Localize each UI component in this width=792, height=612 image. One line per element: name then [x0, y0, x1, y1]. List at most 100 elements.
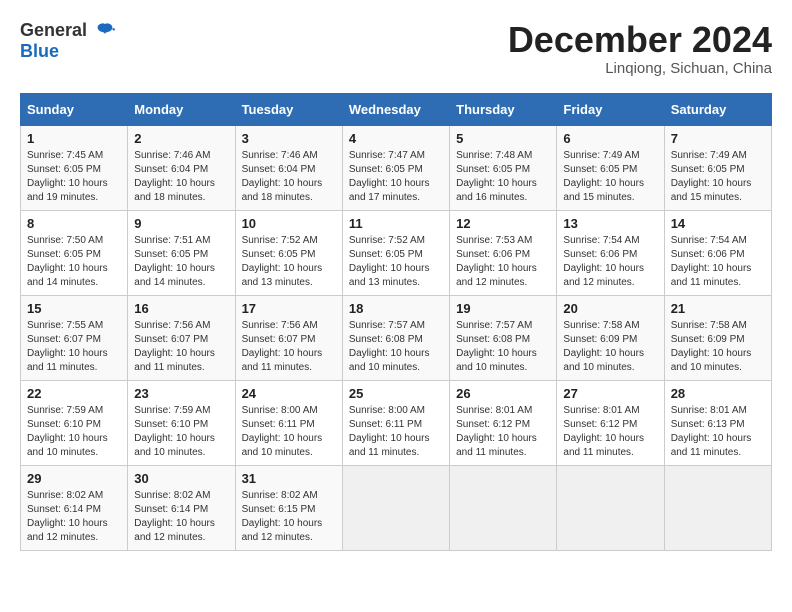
- logo: General Blue: [20, 20, 116, 62]
- title-area: December 2024 Linqiong, Sichuan, China: [508, 20, 772, 77]
- day-info: Sunrise: 7:46 AMSunset: 6:04 PMDaylight:…: [242, 149, 336, 205]
- calendar-cell: 20 Sunrise: 7:58 AMSunset: 6:09 PMDayligh…: [557, 295, 664, 380]
- day-number: 5: [456, 131, 550, 146]
- day-number: 30: [134, 471, 228, 486]
- header-sunday: Sunday: [21, 93, 128, 125]
- day-number: 29: [27, 471, 121, 486]
- calendar-cell: 18 Sunrise: 7:57 AMSunset: 6:08 PMDayligh…: [342, 295, 449, 380]
- calendar-cell: 19 Sunrise: 7:57 AMSunset: 6:08 PMDayligh…: [450, 295, 557, 380]
- day-info: Sunrise: 7:56 AMSunset: 6:07 PMDaylight:…: [134, 319, 228, 375]
- calendar-cell: 30 Sunrise: 8:02 AMSunset: 6:14 PMDayligh…: [128, 465, 235, 550]
- day-info: Sunrise: 7:58 AMSunset: 6:09 PMDaylight:…: [563, 319, 657, 375]
- header-saturday: Saturday: [664, 93, 771, 125]
- calendar-cell: 1 Sunrise: 7:45 AMSunset: 6:05 PMDaylight…: [21, 125, 128, 210]
- calendar-cell: 21 Sunrise: 7:58 AMSunset: 6:09 PMDayligh…: [664, 295, 771, 380]
- day-number: 4: [349, 131, 443, 146]
- calendar: SundayMondayTuesdayWednesdayThursdayFrid…: [20, 93, 772, 551]
- day-info: Sunrise: 7:48 AMSunset: 6:05 PMDaylight:…: [456, 149, 550, 205]
- month-title: December 2024: [508, 20, 772, 60]
- calendar-cell: 7Sunrise: 7:49 AMSunset: 6:05 PMDaylight…: [664, 125, 771, 210]
- day-info: Sunrise: 7:56 AMSunset: 6:07 PMDaylight:…: [242, 319, 336, 375]
- day-number: 8: [27, 216, 121, 231]
- day-number: 31: [242, 471, 336, 486]
- calendar-cell: [450, 465, 557, 550]
- calendar-cell: 22 Sunrise: 7:59 AMSunset: 6:10 PMDayligh…: [21, 380, 128, 465]
- day-number: 14: [671, 216, 765, 231]
- day-number: 9: [134, 216, 228, 231]
- calendar-cell: 25 Sunrise: 8:00 AMSunset: 6:11 PMDayligh…: [342, 380, 449, 465]
- header-tuesday: Tuesday: [235, 93, 342, 125]
- calendar-week-1: 1 Sunrise: 7:45 AMSunset: 6:05 PMDaylight…: [21, 125, 772, 210]
- day-info: Sunrise: 8:00 AMSunset: 6:11 PMDaylight:…: [242, 404, 336, 460]
- day-number: 22: [27, 386, 121, 401]
- calendar-cell: 13 Sunrise: 7:54 AMSunset: 6:06 PMDayligh…: [557, 210, 664, 295]
- day-number: 26: [456, 386, 550, 401]
- day-number: 23: [134, 386, 228, 401]
- day-number: 27: [563, 386, 657, 401]
- calendar-cell: 9Sunrise: 7:51 AMSunset: 6:05 PMDaylight…: [128, 210, 235, 295]
- day-number: 25: [349, 386, 443, 401]
- day-info: Sunrise: 8:02 AMSunset: 6:15 PMDaylight:…: [242, 489, 336, 545]
- day-number: 21: [671, 301, 765, 316]
- day-info: Sunrise: 7:57 AMSunset: 6:08 PMDaylight:…: [349, 319, 443, 375]
- day-number: 17: [242, 301, 336, 316]
- calendar-cell: 10Sunrise: 7:52 AMSunset: 6:05 PMDayligh…: [235, 210, 342, 295]
- day-info: Sunrise: 7:59 AMSunset: 6:10 PMDaylight:…: [134, 404, 228, 460]
- day-number: 19: [456, 301, 550, 316]
- day-info: Sunrise: 7:54 AMSunset: 6:06 PMDaylight:…: [563, 234, 657, 290]
- day-info: Sunrise: 7:46 AMSunset: 6:04 PMDaylight:…: [134, 149, 228, 205]
- day-info: Sunrise: 8:02 AMSunset: 6:14 PMDaylight:…: [27, 489, 121, 545]
- calendar-cell: [664, 465, 771, 550]
- day-number: 12: [456, 216, 550, 231]
- day-number: 18: [349, 301, 443, 316]
- calendar-cell: 23 Sunrise: 7:59 AMSunset: 6:10 PMDayligh…: [128, 380, 235, 465]
- calendar-cell: 6Sunrise: 7:49 AMSunset: 6:05 PMDaylight…: [557, 125, 664, 210]
- day-info: Sunrise: 7:58 AMSunset: 6:09 PMDaylight:…: [671, 319, 765, 375]
- calendar-cell: 24Sunrise: 8:00 AMSunset: 6:11 PMDayligh…: [235, 380, 342, 465]
- header-wednesday: Wednesday: [342, 93, 449, 125]
- logo-general: General: [20, 20, 116, 43]
- calendar-week-4: 22 Sunrise: 7:59 AMSunset: 6:10 PMDayligh…: [21, 380, 772, 465]
- calendar-cell: [342, 465, 449, 550]
- day-info: Sunrise: 7:53 AMSunset: 6:06 PMDaylight:…: [456, 234, 550, 290]
- logo-bird-icon: [94, 21, 116, 43]
- calendar-cell: 28Sunrise: 8:01 AMSunset: 6:13 PMDayligh…: [664, 380, 771, 465]
- day-info: Sunrise: 7:45 AMSunset: 6:05 PMDaylight:…: [27, 149, 121, 205]
- day-info: Sunrise: 7:50 AMSunset: 6:05 PMDaylight:…: [27, 234, 121, 290]
- day-info: Sunrise: 7:59 AMSunset: 6:10 PMDaylight:…: [27, 404, 121, 460]
- day-info: Sunrise: 8:01 AMSunset: 6:12 PMDaylight:…: [456, 404, 550, 460]
- day-info: Sunrise: 8:02 AMSunset: 6:14 PMDaylight:…: [134, 489, 228, 545]
- day-info: Sunrise: 7:54 AMSunset: 6:06 PMDaylight:…: [671, 234, 765, 290]
- day-number: 16: [134, 301, 228, 316]
- day-info: Sunrise: 7:47 AMSunset: 6:05 PMDaylight:…: [349, 149, 443, 205]
- calendar-cell: 26 Sunrise: 8:01 AMSunset: 6:12 PMDayligh…: [450, 380, 557, 465]
- day-number: 20: [563, 301, 657, 316]
- day-number: 13: [563, 216, 657, 231]
- calendar-cell: 2 Sunrise: 7:46 AMSunset: 6:04 PMDaylight…: [128, 125, 235, 210]
- calendar-cell: 15Sunrise: 7:55 AMSunset: 6:07 PMDayligh…: [21, 295, 128, 380]
- day-info: Sunrise: 7:49 AMSunset: 6:05 PMDaylight:…: [563, 149, 657, 205]
- calendar-cell: 14 Sunrise: 7:54 AMSunset: 6:06 PMDayligh…: [664, 210, 771, 295]
- location: Linqiong, Sichuan, China: [508, 60, 772, 77]
- calendar-cell: 5 Sunrise: 7:48 AMSunset: 6:05 PMDaylight…: [450, 125, 557, 210]
- calendar-week-2: 8 Sunrise: 7:50 AMSunset: 6:05 PMDaylight…: [21, 210, 772, 295]
- calendar-cell: [557, 465, 664, 550]
- day-info: Sunrise: 7:57 AMSunset: 6:08 PMDaylight:…: [456, 319, 550, 375]
- day-number: 1: [27, 131, 121, 146]
- calendar-week-3: 15Sunrise: 7:55 AMSunset: 6:07 PMDayligh…: [21, 295, 772, 380]
- day-info: Sunrise: 8:00 AMSunset: 6:11 PMDaylight:…: [349, 404, 443, 460]
- calendar-cell: 29 Sunrise: 8:02 AMSunset: 6:14 PMDayligh…: [21, 465, 128, 550]
- logo-blue: Blue: [20, 41, 59, 62]
- day-info: Sunrise: 7:52 AMSunset: 6:05 PMDaylight:…: [349, 234, 443, 290]
- day-number: 3: [242, 131, 336, 146]
- day-number: 15: [27, 301, 121, 316]
- day-number: 28: [671, 386, 765, 401]
- day-info: Sunrise: 7:49 AMSunset: 6:05 PMDaylight:…: [671, 149, 765, 205]
- calendar-cell: 11Sunrise: 7:52 AMSunset: 6:05 PMDayligh…: [342, 210, 449, 295]
- header: General Blue December 2024 Linqiong, Sic…: [20, 20, 772, 77]
- calendar-cell: 27Sunrise: 8:01 AMSunset: 6:12 PMDayligh…: [557, 380, 664, 465]
- header-friday: Friday: [557, 93, 664, 125]
- calendar-header-row: SundayMondayTuesdayWednesdayThursdayFrid…: [21, 93, 772, 125]
- calendar-week-5: 29 Sunrise: 8:02 AMSunset: 6:14 PMDayligh…: [21, 465, 772, 550]
- day-number: 2: [134, 131, 228, 146]
